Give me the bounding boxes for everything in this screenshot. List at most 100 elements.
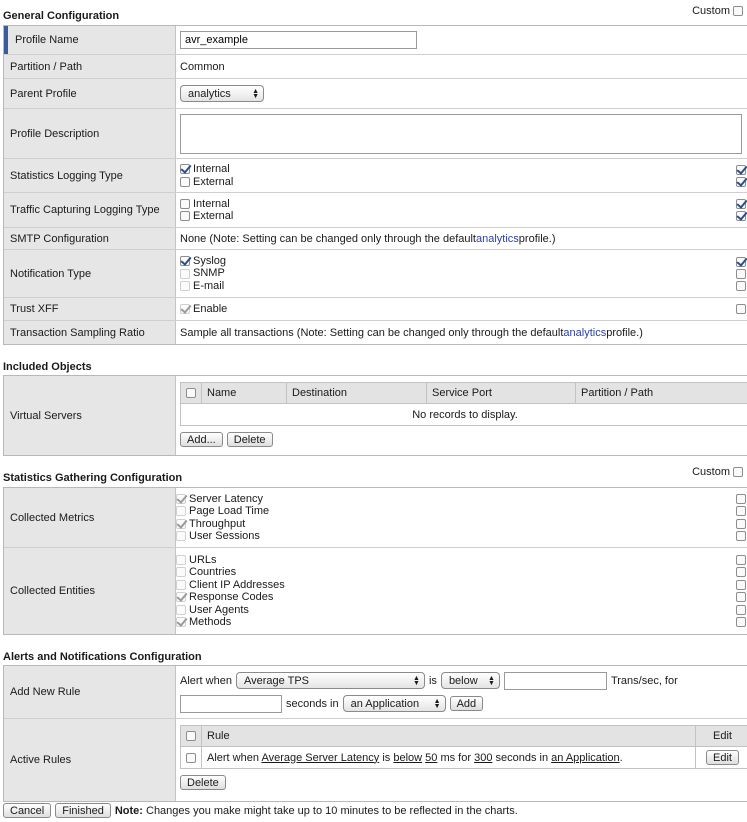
entities-custom-checkbox[interactable] — [736, 554, 746, 565]
metrics-item: User Sessions — [176, 530, 269, 543]
trust-xff-custom-checkbox[interactable] — [736, 304, 746, 314]
add-rule-label: Add New Rule — [4, 666, 176, 718]
stats-internal-custom-checkbox[interactable] — [736, 164, 746, 175]
rule-scope-link[interactable]: an Application — [551, 752, 620, 764]
stats-internal-checkbox[interactable] — [180, 164, 190, 175]
entities-custom-checkbox[interactable] — [736, 579, 746, 590]
rule-text: Alert when Average Server Latency is bel… — [201, 746, 696, 769]
included-section-title: Included Objects — [3, 361, 92, 373]
entities-custom-checkbox[interactable] — [736, 592, 746, 603]
smtp-analytics-link[interactable]: analytics — [476, 233, 519, 245]
notification-label: Notification Type — [4, 250, 176, 297]
alert-direction-select[interactable]: below ▲ ▼ — [440, 672, 500, 689]
description-textarea[interactable] — [180, 113, 742, 154]
notif-snmp-checkbox[interactable] — [180, 268, 190, 279]
vs-col-service-port[interactable]: Service Port — [426, 382, 576, 404]
metrics-custom-checkbox[interactable] — [736, 506, 746, 517]
rule-metric-link[interactable]: Average Server Latency — [261, 752, 379, 764]
vs-empty-text: No records to display. — [180, 403, 747, 426]
rule-value-link[interactable]: 50 — [425, 752, 437, 764]
stats-custom-toggle[interactable]: Custom — [692, 466, 743, 478]
alert-metric-select[interactable]: Average TPS ▲ ▼ — [235, 672, 425, 689]
metrics-item: Server Latency — [176, 493, 269, 506]
traffic-internal-checkbox[interactable] — [180, 198, 190, 209]
entities-label: URLs — [189, 553, 217, 566]
notif-snmp-custom-checkbox[interactable] — [736, 268, 746, 279]
custom-checkbox[interactable] — [733, 6, 743, 16]
vs-delete-button[interactable]: Delete — [226, 432, 273, 447]
alert-scope-select[interactable]: an Application ▲ ▼ — [342, 695, 446, 712]
rule-direction-link[interactable]: below — [393, 752, 422, 764]
rules-delete-button[interactable]: Delete — [180, 775, 226, 790]
notif-email-custom-checkbox[interactable] — [736, 280, 746, 291]
sampling-text: Sample all transactions (Note: Setting c… — [180, 326, 564, 339]
entities-checkbox[interactable] — [176, 617, 186, 628]
notif-email-label: E-mail — [193, 279, 225, 292]
select-arrows-icon: ▲ ▼ — [488, 674, 495, 687]
stats-internal-label: Internal — [193, 163, 230, 175]
parent-profile-row: Parent Profile analytics ▲ ▼ — [4, 79, 747, 109]
trans-sec-text: Trans/sec, for — [610, 674, 678, 687]
metrics-label: Server Latency — [189, 492, 263, 505]
entities-custom-checkbox[interactable] — [736, 617, 746, 628]
entities-checkbox[interactable] — [176, 567, 186, 578]
metrics-custom-checkbox[interactable] — [736, 493, 746, 504]
metrics-label: Throughput — [189, 517, 246, 530]
sampling-suffix: profile.) — [606, 326, 643, 339]
notif-syslog-checkbox[interactable] — [180, 256, 190, 266]
metrics-custom-checkbox[interactable] — [736, 531, 746, 542]
metrics-custom-column — [736, 493, 746, 542]
metrics-checkbox[interactable] — [176, 506, 186, 517]
cancel-button[interactable]: Cancel — [3, 803, 52, 818]
vs-col-destination[interactable]: Destination — [286, 382, 427, 404]
description-label: Profile Description — [4, 109, 176, 158]
stats-section-title: Statistics Gathering Configuration — [3, 472, 183, 484]
entities-custom-checkbox[interactable] — [736, 567, 746, 578]
general-custom-toggle[interactable]: Custom — [692, 5, 743, 17]
alert-metric-value: Average TPS — [243, 674, 310, 687]
rule-edit-button[interactable]: Edit — [706, 750, 739, 765]
alert-seconds-input[interactable] — [180, 694, 282, 713]
metrics-custom-checkbox[interactable] — [736, 518, 746, 529]
entities-checkbox[interactable] — [176, 579, 186, 590]
rules-col-rule[interactable]: Rule — [201, 725, 696, 747]
parent-profile-select[interactable]: analytics ▲ ▼ — [180, 85, 264, 102]
entities-custom-checkbox[interactable] — [736, 604, 746, 615]
traffic-external-custom-checkbox[interactable] — [736, 211, 746, 221]
custom-label: Custom — [692, 5, 730, 17]
entities-checkbox[interactable] — [176, 592, 186, 603]
entities-checkbox[interactable] — [176, 604, 186, 615]
select-arrows-icon: ▲ ▼ — [413, 674, 420, 687]
rule-row-checkbox[interactable] — [186, 752, 196, 763]
stats-external-checkbox[interactable] — [180, 176, 190, 187]
notif-email-checkbox[interactable] — [180, 281, 190, 291]
vs-select-all-checkbox[interactable] — [186, 388, 196, 399]
vs-add-button[interactable]: Add... — [180, 432, 223, 447]
partition-label: Partition / Path — [4, 55, 176, 78]
sampling-row: Transaction Sampling Ratio Sample all tr… — [4, 321, 747, 344]
traffic-external-checkbox[interactable] — [180, 211, 190, 222]
alert-when-text: Alert when — [180, 674, 232, 687]
entities-label: Client IP Addresses — [189, 578, 285, 591]
alert-threshold-input[interactable] — [503, 671, 607, 690]
metrics-checkbox[interactable] — [176, 518, 186, 529]
vs-col-name[interactable]: Name — [201, 382, 287, 404]
footer-note-text: Changes you make might take up to 10 min… — [146, 804, 518, 817]
rule-seconds-link[interactable]: 300 — [474, 752, 492, 764]
entities-checkbox[interactable] — [176, 554, 186, 565]
stats-external-custom-checkbox[interactable] — [736, 176, 746, 187]
stats-custom-checkbox[interactable] — [733, 467, 743, 477]
virtual-servers-row: Virtual Servers Name Destination Service… — [4, 376, 747, 455]
metrics-checkbox[interactable] — [176, 531, 186, 542]
trust-xff-label: Trust XFF — [4, 298, 176, 320]
trust-xff-checkbox[interactable] — [180, 304, 190, 314]
add-rule-button[interactable]: Add — [449, 696, 484, 711]
vs-col-partition[interactable]: Partition / Path — [575, 382, 747, 404]
traffic-internal-custom-checkbox[interactable] — [736, 199, 746, 209]
notif-syslog-custom-checkbox[interactable] — [736, 256, 746, 267]
rules-select-all-checkbox[interactable] — [186, 731, 196, 742]
profile-name-input[interactable] — [180, 31, 417, 49]
metrics-checkbox[interactable] — [176, 493, 186, 504]
sampling-analytics-link[interactable]: analytics — [563, 327, 606, 339]
finished-button[interactable]: Finished — [55, 803, 111, 818]
